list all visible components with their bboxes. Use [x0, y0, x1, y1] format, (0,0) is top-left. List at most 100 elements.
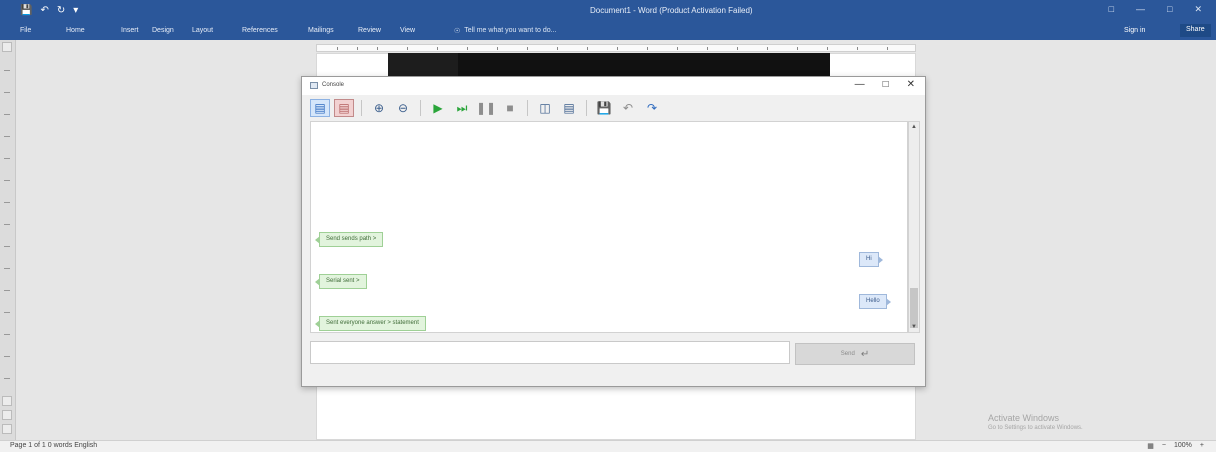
ruler-tick	[4, 70, 10, 71]
tab-design[interactable]: Design	[152, 27, 174, 34]
scroll-down-icon[interactable]: ▼	[911, 324, 917, 330]
stop-icon[interactable]: ■	[500, 99, 520, 117]
send-arrow-icon: ↵	[860, 348, 870, 360]
tell-me-box[interactable]: ☉ Tell me what you want to do...	[454, 27, 557, 35]
tab-review[interactable]: Review	[358, 27, 381, 34]
ruler-tick	[557, 47, 558, 50]
view-left-icon[interactable]: ▤	[310, 99, 330, 117]
view-right-icon[interactable]: ▤	[334, 99, 354, 117]
message-area[interactable]: Send sends path > Hi Serial sent > Hello…	[310, 121, 908, 333]
toolbar-separator	[361, 100, 362, 116]
embedded-video	[388, 53, 830, 77]
ruler-tick	[677, 47, 678, 50]
save-icon[interactable]: 💾	[20, 5, 32, 16]
undo-icon[interactable]: ↶	[618, 99, 638, 117]
tab-view[interactable]: View	[400, 27, 415, 34]
ruler-tick	[4, 246, 10, 247]
ruler-tick	[857, 47, 858, 50]
close-icon[interactable]: ✕	[907, 79, 915, 90]
ruler-tick	[797, 47, 798, 50]
ruler-tick	[467, 47, 468, 50]
ruler-tick	[4, 136, 10, 137]
redo-icon[interactable]: ↻	[57, 5, 65, 16]
scroll-up-icon[interactable]: ▲	[911, 124, 917, 130]
toolbar-separator	[527, 100, 528, 116]
customize-icon[interactable]: ▾	[73, 5, 78, 16]
tab-home[interactable]: Home	[66, 27, 85, 34]
zoom-controls: ▦ − 100% +	[1147, 442, 1204, 450]
ribbon-tabs: File Home Insert Design Layout Reference…	[0, 24, 1216, 38]
ruler-tick	[4, 356, 10, 357]
message-scrollbar[interactable]: ▲ ▼	[908, 121, 920, 333]
ribbon-display-icon[interactable]: □	[1109, 4, 1114, 15]
ruler-tick	[377, 47, 378, 50]
zoom-in-icon[interactable]: +	[1200, 442, 1204, 450]
message-input[interactable]	[310, 341, 790, 364]
ruler-marker	[2, 42, 12, 52]
ruler-tick	[617, 47, 618, 50]
zoom-in-icon[interactable]: ⊕	[369, 99, 389, 117]
tab-references[interactable]: References	[242, 27, 278, 34]
share-button[interactable]: Share	[1180, 24, 1211, 37]
message-right: Hello	[859, 294, 891, 309]
ruler-tick	[707, 47, 708, 50]
message-left: Send sends path >	[314, 232, 384, 247]
activate-title: Activate Windows	[988, 413, 1060, 423]
maximize-icon[interactable]: □	[883, 79, 889, 90]
lightbulb-icon: ☉	[454, 28, 461, 35]
scroll-thumb[interactable]	[910, 288, 918, 328]
save-icon[interactable]: 💾	[594, 99, 614, 117]
read-mode-icon[interactable]: ▦	[1147, 442, 1154, 450]
ruler-tick	[827, 47, 828, 50]
undo-icon[interactable]: ↶	[40, 5, 48, 16]
zoom-out-icon[interactable]: −	[1162, 442, 1166, 450]
minimize-icon[interactable]: —	[855, 79, 865, 90]
message-left: Sent everyone answer > statement	[315, 316, 426, 331]
ruler-tick	[407, 47, 408, 50]
ruler-tick	[767, 47, 768, 50]
zoom-out-icon[interactable]: ⊖	[393, 99, 413, 117]
ruler-tick	[587, 47, 588, 50]
ruler-tick	[4, 202, 10, 203]
window2-icon[interactable]: ▤	[559, 99, 579, 117]
pause-icon[interactable]: ❚❚	[476, 99, 496, 117]
sign-in-link[interactable]: Sign in	[1124, 27, 1145, 34]
minimize-icon[interactable]: —	[1136, 4, 1145, 15]
activate-subtitle: Go to Settings to activate Windows.	[988, 425, 1083, 431]
ruler-tick	[357, 47, 358, 50]
tab-insert[interactable]: Insert	[121, 27, 139, 34]
maximize-icon[interactable]: □	[1167, 4, 1172, 15]
redo-icon[interactable]: ↷	[642, 99, 662, 117]
tab-file[interactable]: File	[20, 27, 31, 34]
ruler-tick	[4, 378, 10, 379]
ruler-tick	[737, 47, 738, 50]
word-title-bar: 💾 ↶ ↻ ▾ Document1 - Word (Product Activa…	[0, 0, 1216, 40]
ruler-tick	[4, 312, 10, 313]
tell-me-text: Tell me what you want to do...	[464, 27, 557, 34]
vertical-ruler	[0, 40, 16, 440]
close-icon[interactable]: ✕	[1194, 4, 1202, 15]
console-window-icon	[310, 82, 318, 89]
run-icon[interactable]: ▶	[428, 99, 448, 117]
ruler-tick	[4, 180, 10, 181]
ruler-tick	[4, 92, 10, 93]
ruler-tick	[4, 334, 10, 335]
console-dialog: Console — □ ✕ ▤ ▤ ⊕ ⊖ ▶ ⏭ ❚❚ ■ ◫ ▤ 💾 ↶ ↷…	[301, 76, 926, 387]
dialog-title: Console	[322, 82, 345, 88]
ruler-tick	[887, 47, 888, 50]
window-controls: □ — □ ✕	[1109, 4, 1202, 15]
step-icon[interactable]: ⏭	[452, 99, 472, 117]
ruler-marker	[2, 410, 12, 420]
window-icon[interactable]: ◫	[535, 99, 555, 117]
zoom-level[interactable]: 100%	[1174, 442, 1192, 450]
message-right: Hi	[859, 252, 883, 267]
toolbar-separator	[420, 100, 421, 116]
send-button[interactable]: Send ↵	[795, 343, 915, 365]
tab-mailings[interactable]: Mailings	[308, 27, 334, 34]
ruler-marker	[2, 396, 12, 406]
console-toolbar: ▤ ▤ ⊕ ⊖ ▶ ⏭ ❚❚ ■ ◫ ▤ 💾 ↶ ↷	[310, 97, 662, 119]
dialog-title-bar: Console — □ ✕	[302, 77, 925, 95]
ruler-tick	[4, 158, 10, 159]
tab-layout[interactable]: Layout	[192, 27, 213, 34]
document-title: Document1 - Word (Product Activation Fai…	[590, 6, 753, 15]
